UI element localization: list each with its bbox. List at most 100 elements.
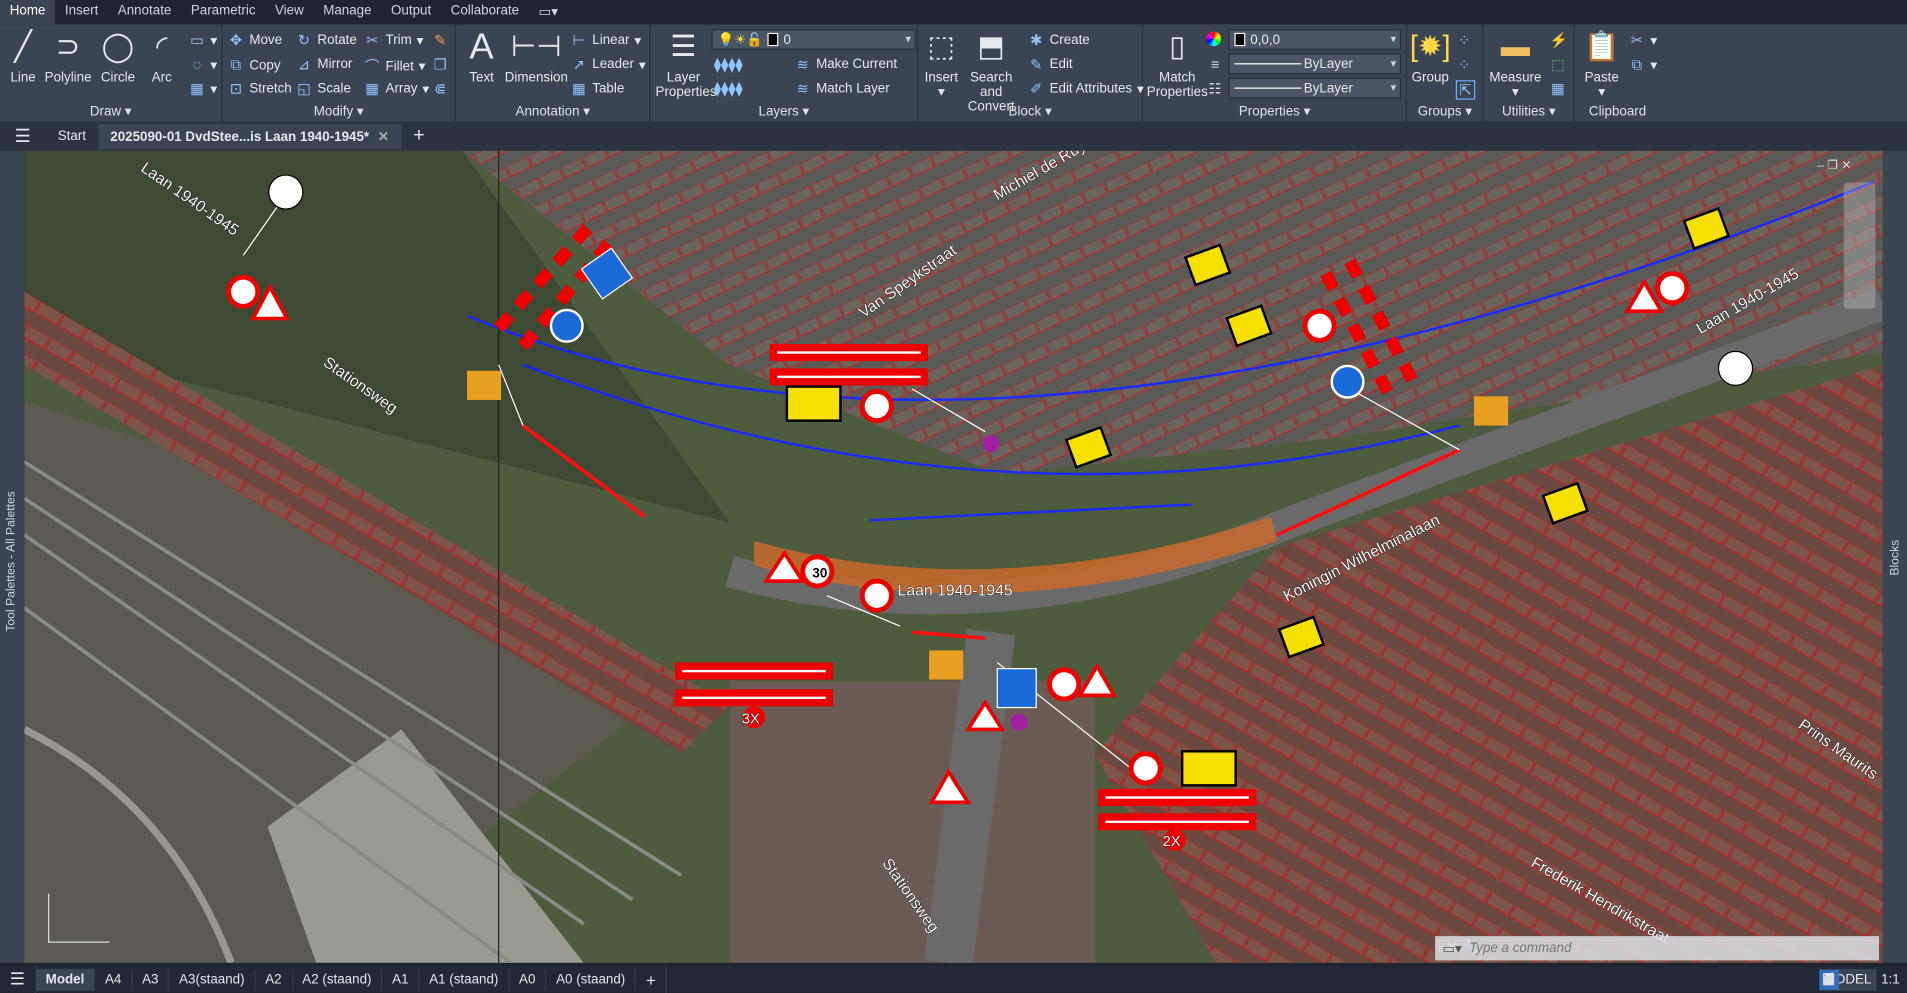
explode-icon: ❒ [433, 55, 447, 73]
cut-button[interactable]: ✂ ▾ [1628, 32, 1657, 49]
trim-button[interactable]: ✂ Trim ▾ [364, 32, 423, 49]
layers-panel-title[interactable]: Layers ▾ [651, 103, 917, 120]
layout-tab[interactable]: A3(staand) [169, 968, 256, 991]
draw-panel-title[interactable]: Draw ▾ [0, 103, 221, 120]
arc-button[interactable]: ◜ Arc [144, 29, 180, 85]
stretch-button[interactable]: ⊡ Stretch [227, 80, 292, 97]
explode-button[interactable]: ❒ [432, 56, 449, 73]
new-tab-button[interactable]: + [401, 120, 437, 152]
close-icon[interactable]: ✕ [378, 129, 389, 144]
create-block-button[interactable]: ✱ Create [1028, 32, 1090, 49]
search-convert-button[interactable]: ⬒ Search and Convert [960, 29, 1023, 114]
tab-insert[interactable]: Insert [55, 0, 108, 24]
block-panel-title[interactable]: Block ▾ [918, 103, 1142, 120]
layer-properties-button[interactable]: ☰ Layer Properties [656, 29, 717, 100]
layout-tab[interactable]: A0 (staand) [546, 968, 637, 991]
quick-select-button[interactable]: ⚡ [1549, 32, 1567, 49]
command-input[interactable]: ▭▾ Type a command [1435, 936, 1880, 961]
match-layer-button[interactable]: ≋ Match Layer [794, 80, 890, 97]
leader-button[interactable]: ↗ Leader ▾ [570, 56, 646, 73]
group-select-toggle[interactable]: ⇱ [1455, 80, 1476, 100]
viewport-controls[interactable]: ‒ ❐ ✕ [1817, 159, 1852, 172]
erase-button[interactable]: ✎ [432, 32, 449, 49]
clipboard-panel-title: Clipboard [1588, 104, 1647, 120]
group-button[interactable]: [✹] Group [1410, 29, 1451, 85]
tab-start[interactable]: Start [46, 124, 99, 148]
ribbon-options-icon[interactable]: ▭▾ [529, 0, 568, 24]
ungroup-button[interactable]: ⁘ [1456, 32, 1473, 49]
fillet-button[interactable]: ⌒ Fillet ▾ [364, 56, 426, 77]
match-properties-button[interactable]: ▯ Match Properties [1146, 29, 1209, 100]
edit-block-button[interactable]: ✎ Edit [1028, 56, 1073, 73]
drawing-canvas[interactable]: 3X 2X 30 Laan 1940-1945 Laan 1940-1945 L… [24, 150, 1883, 963]
offset-button[interactable]: ⋐ [432, 80, 449, 97]
rectangle-button[interactable]: ▭ ▾ [189, 32, 217, 49]
tab-output[interactable]: Output [381, 0, 441, 24]
copy-button[interactable]: ⧉ Copy [227, 55, 281, 74]
copy-clip-button[interactable]: ⧉ ▾ [1628, 56, 1657, 74]
scale-button[interactable]: ◱ Scale [296, 80, 351, 97]
layout-menu-icon[interactable]: ☰ [0, 965, 36, 993]
edit-attributes-button[interactable]: ✐ Edit Attributes ▾ [1028, 80, 1144, 97]
point-marker [1010, 713, 1028, 731]
move-button[interactable]: ✥ Move [227, 32, 282, 49]
linetype-dropdown[interactable]: ByLayer [1228, 53, 1402, 75]
insert-button[interactable]: ⬚ Insert ▾ [921, 29, 962, 100]
layer-dropdown[interactable]: 💡☀🔓 0 [711, 29, 916, 50]
tab-home[interactable]: Home [0, 0, 56, 25]
layer-tools-row1[interactable]: ⧫⧫⧫⧫ [714, 56, 743, 73]
menu-icon[interactable]: ☰ [0, 125, 46, 147]
annotation-panel-title[interactable]: Annotation ▾ [456, 103, 649, 120]
array-button[interactable]: ▦ Array ▾ [364, 80, 429, 97]
layer-tools-row2[interactable]: ⧫⧫⧫⧫ [714, 80, 743, 97]
table-icon: ▦ [572, 80, 586, 98]
add-layout-button[interactable]: + [636, 965, 667, 993]
ellipse-button[interactable]: ◌ ▾ [189, 56, 217, 73]
tab-manage[interactable]: Manage [313, 0, 381, 24]
layout-tab[interactable]: A4 [95, 968, 133, 991]
hatch-icon: ▦ [190, 80, 204, 98]
tab-view[interactable]: View [265, 0, 313, 24]
layout-tab-model[interactable]: Model [35, 968, 96, 991]
utilities-panel-title[interactable]: Utilities ▾ [1484, 103, 1574, 120]
customize-icon[interactable]: ☰ [1819, 970, 1838, 989]
draw-panel: ╱ Line ⊃ Polyline ◯ Circle ◜ Arc ▭ ▾ ◌ ▾ ▦ ▾ Dr… [0, 24, 223, 122]
properties-panel-title[interactable]: Properties ▾ [1143, 103, 1406, 120]
table-button[interactable]: ▦ Table [570, 80, 624, 97]
tab-annotate[interactable]: Annotate [108, 0, 181, 24]
text-button[interactable]: A Text [461, 29, 502, 86]
layout-tab[interactable]: A2 [256, 968, 293, 991]
annotation-scale-value[interactable]: 1:1 [1881, 972, 1900, 987]
tab-active-drawing[interactable]: 2025090-01 DvdStee...is Laan 1940-1945* … [98, 123, 402, 149]
measure-button[interactable]: ▬ Measure ▾ [1489, 29, 1543, 100]
layout-tab[interactable]: A2 (staand) [293, 968, 383, 991]
groups-panel-title[interactable]: Groups ▾ [1407, 103, 1482, 120]
utilities-panel: ▬ Measure ▾ ⚡ ⬚ ▦ Utilities ▾ [1484, 24, 1575, 122]
rotate-button[interactable]: ↻ Rotate [296, 32, 357, 49]
layout-tab[interactable]: A3 [132, 968, 170, 991]
layout-tab[interactable]: A1 [382, 968, 420, 991]
paste-button[interactable]: 📋 Paste ▾ [1580, 29, 1624, 100]
copy-icon: ⧉ [230, 55, 242, 73]
lineweight-dropdown[interactable]: ByLayer [1228, 77, 1402, 99]
group-edit-button[interactable]: ⁘ [1456, 56, 1473, 73]
tab-parametric[interactable]: Parametric [181, 0, 265, 24]
polyline-button[interactable]: ⊃ Polyline [44, 29, 93, 85]
color-dropdown[interactable]: 0,0,0 [1228, 29, 1402, 50]
navigation-bar[interactable] [1843, 182, 1876, 309]
layout-tab[interactable]: A1 (staand) [419, 968, 510, 991]
modify-panel-title[interactable]: Modify ▾ [223, 103, 455, 120]
dimension-button[interactable]: ⊢⊣ Dimension [505, 29, 568, 85]
tool-palettes-strip[interactable]: Tool Palettes - All Palettes [0, 150, 25, 963]
layout-tab[interactable]: A0 [509, 968, 547, 991]
make-current-button[interactable]: ≋ Make Current [794, 56, 898, 73]
hatch-button[interactable]: ▦ ▾ [189, 80, 217, 98]
blocks-palette-strip[interactable]: Blocks [1882, 150, 1907, 963]
calculator-button[interactable]: ▦ [1549, 80, 1566, 97]
linear-button[interactable]: ⊢ Linear ▾ [570, 32, 642, 49]
circle-button[interactable]: ◯ Circle [97, 29, 138, 85]
mirror-button[interactable]: ⊿ Mirror [296, 56, 352, 73]
tab-collaborate[interactable]: Collaborate [441, 0, 529, 24]
line-button[interactable]: ╱ Line [5, 29, 41, 85]
select-all-button[interactable]: ⬚ [1549, 56, 1566, 73]
